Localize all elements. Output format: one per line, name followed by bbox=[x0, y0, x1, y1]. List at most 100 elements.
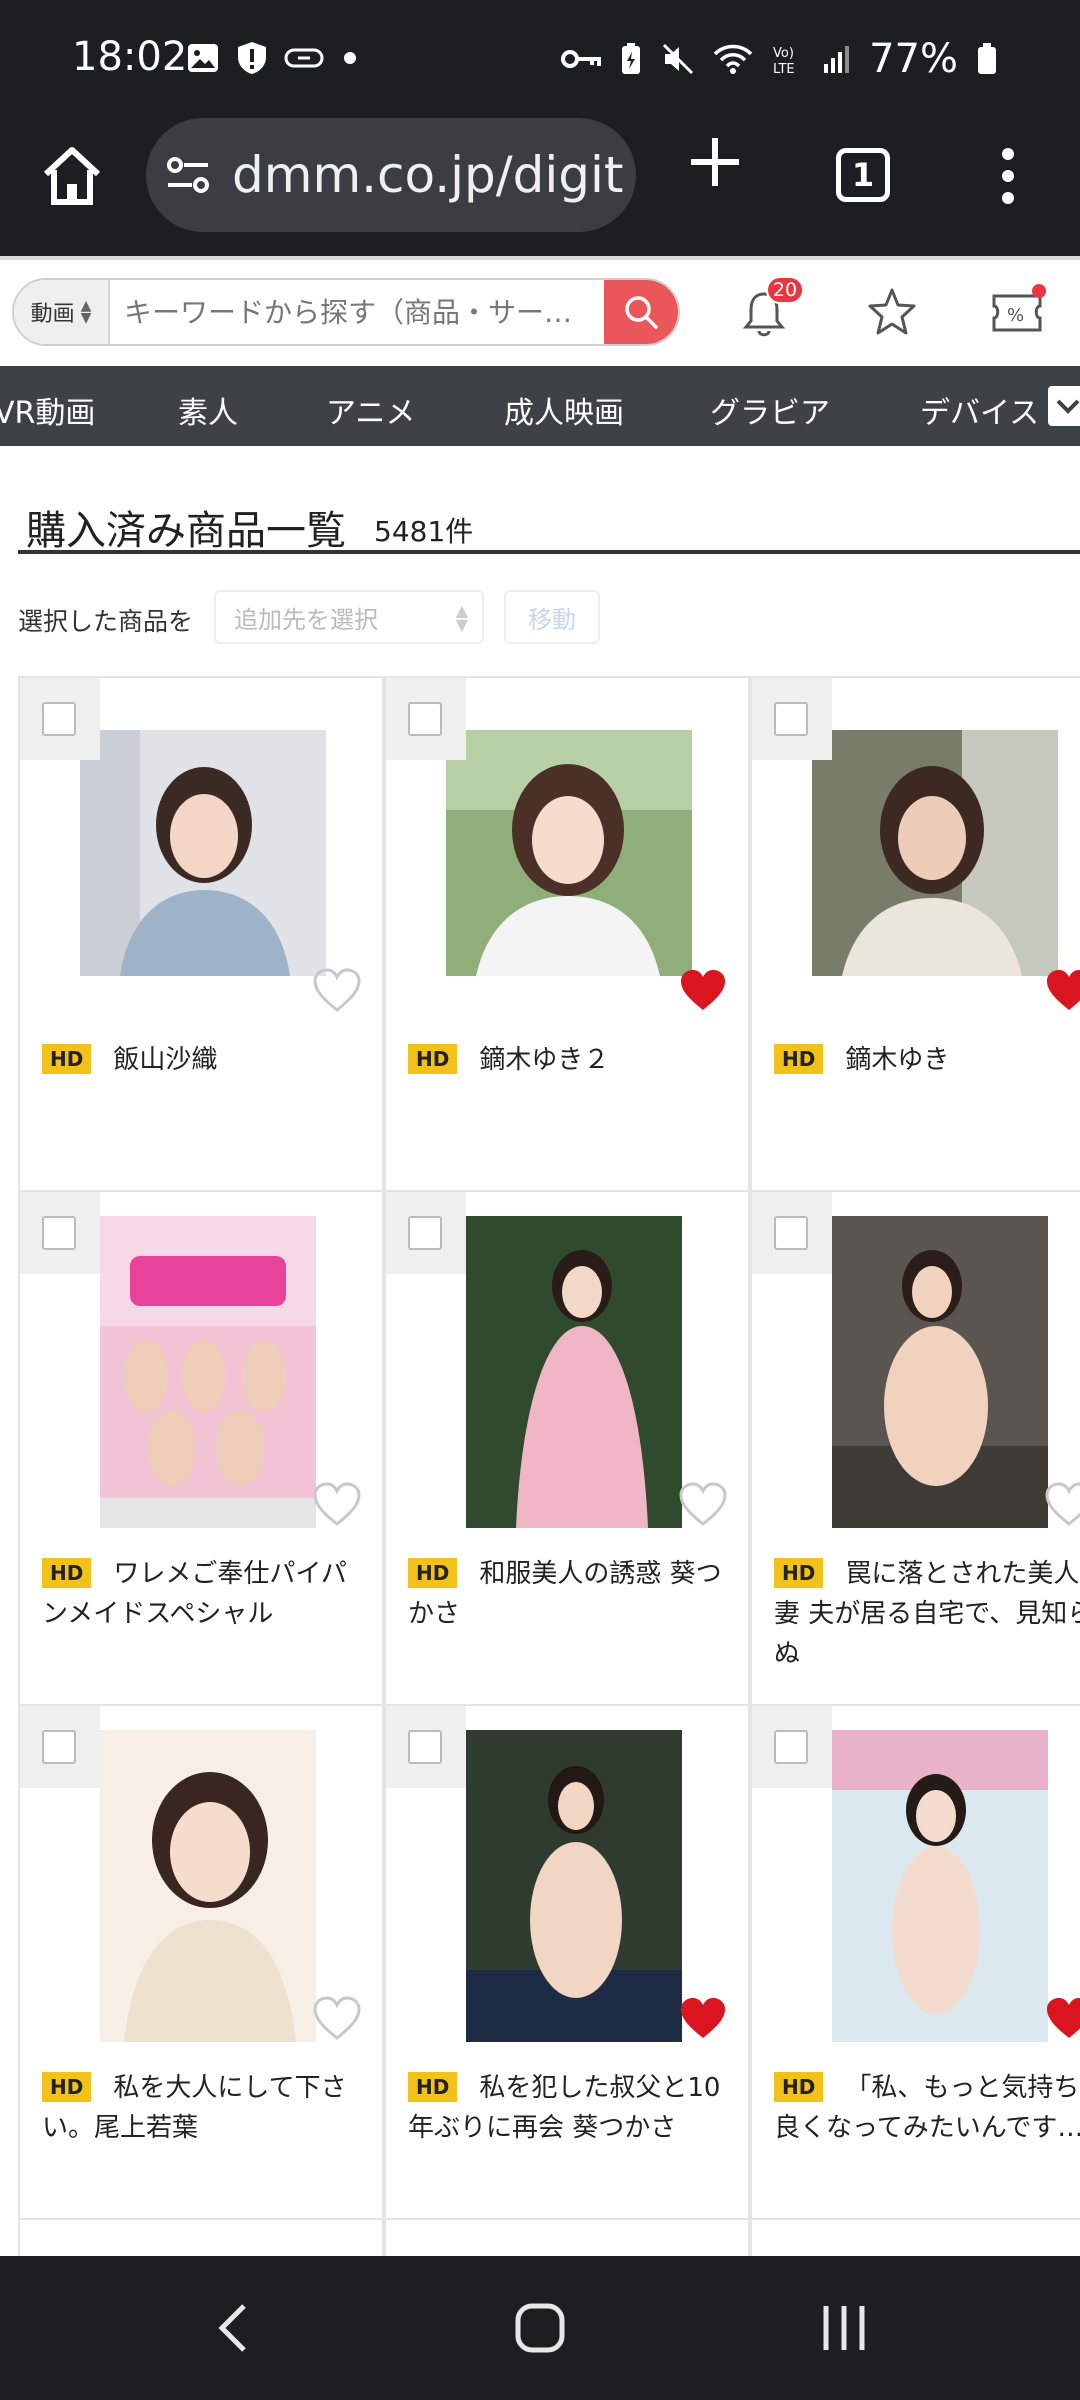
select-checkbox[interactable] bbox=[774, 1216, 808, 1250]
key-icon bbox=[561, 50, 602, 68]
back-icon[interactable] bbox=[196, 2296, 276, 2360]
product-title[interactable]: 鏑木ゆき bbox=[845, 1045, 949, 1075]
search-category-select[interactable]: 動画 ▲ ▼ bbox=[14, 280, 110, 344]
heart-icon[interactable] bbox=[312, 968, 362, 1014]
notification-badge: 20 bbox=[766, 276, 804, 304]
search-box: 動画 ▲ ▼ bbox=[12, 278, 680, 346]
status-bar: 18:02 Vo) LTE 77% bbox=[0, 0, 1080, 118]
volte-icon: Vo)LTE bbox=[773, 46, 795, 76]
product-card[interactable]: HD 鏑木ゆき２ bbox=[384, 676, 750, 1192]
product-card[interactable] bbox=[384, 2218, 750, 2258]
product-card[interactable] bbox=[18, 2218, 384, 2258]
browser-toolbar: dmm.co.jp/digit 1 bbox=[0, 118, 1080, 256]
address-bar[interactable]: dmm.co.jp/digit bbox=[146, 118, 636, 232]
heart-icon[interactable] bbox=[678, 968, 728, 1014]
recents-icon[interactable] bbox=[804, 2296, 884, 2360]
search-icon bbox=[625, 296, 658, 329]
heart-icon[interactable] bbox=[678, 1482, 728, 1528]
product-thumbnail[interactable] bbox=[832, 1730, 1048, 2042]
product-card[interactable]: HD 和服美人の誘惑 葵つかさ bbox=[384, 1190, 750, 1706]
select-checkbox-area bbox=[386, 1706, 466, 1788]
heart-icon[interactable] bbox=[1044, 968, 1080, 1014]
product-title[interactable]: 飯山沙織 bbox=[113, 1045, 217, 1075]
product-thumbnail[interactable] bbox=[466, 1730, 682, 2042]
product-thumbnail[interactable] bbox=[832, 1216, 1048, 1528]
heart-icon[interactable] bbox=[312, 1482, 362, 1528]
heart-icon[interactable] bbox=[678, 1996, 728, 2042]
product-card[interactable]: HD 鏑木ゆき bbox=[750, 676, 1080, 1192]
select-checkbox[interactable] bbox=[42, 1730, 76, 1764]
destination-select[interactable]: 追加先を選択 ▲ ▼ bbox=[214, 590, 484, 644]
svg-text:%: % bbox=[1007, 305, 1024, 326]
site-settings-icon[interactable] bbox=[166, 155, 210, 195]
page-title-row: 購入済み商品一覧 5481件 bbox=[18, 494, 1080, 554]
search-button[interactable] bbox=[604, 280, 678, 344]
category-vr[interactable]: VR動画 bbox=[0, 388, 95, 432]
signal-icon bbox=[824, 46, 850, 73]
select-checkbox[interactable] bbox=[42, 702, 76, 736]
shield-alert-icon bbox=[238, 42, 266, 74]
new-tab-icon[interactable] bbox=[685, 132, 745, 192]
battery-icon bbox=[978, 43, 996, 74]
product-thumbnail[interactable] bbox=[446, 730, 692, 976]
move-button[interactable]: 移動 bbox=[504, 590, 600, 644]
page-title: 購入済み商品一覧 bbox=[26, 508, 346, 554]
search-input[interactable] bbox=[110, 280, 604, 344]
category-gravure[interactable]: グラビア bbox=[710, 388, 830, 432]
select-checkbox-area bbox=[20, 1192, 100, 1274]
select-checkbox-area bbox=[752, 678, 832, 760]
select-checkbox[interactable] bbox=[408, 702, 442, 736]
product-card[interactable]: HD 私を犯した叔父と10年ぶりに再会 葵つかさ bbox=[384, 1704, 750, 2220]
dot-icon bbox=[344, 52, 356, 64]
product-thumbnail[interactable] bbox=[100, 1730, 316, 2042]
hd-badge: HD bbox=[408, 1044, 458, 1074]
item-count: 5481件 bbox=[374, 515, 474, 548]
product-card[interactable]: HD 「私、もっと気持ち良くなってみたいんです…」 bbox=[750, 1704, 1080, 2220]
cast-icon bbox=[284, 48, 324, 68]
select-checkbox[interactable] bbox=[408, 1730, 442, 1764]
select-checkbox-area bbox=[20, 678, 100, 760]
category-amateur[interactable]: 素人 bbox=[178, 388, 238, 432]
url-text: dmm.co.jp/digit bbox=[232, 146, 624, 204]
category-device[interactable]: デバイス bbox=[920, 388, 1039, 432]
product-thumbnail[interactable] bbox=[466, 1216, 682, 1528]
select-checkbox[interactable] bbox=[774, 1730, 808, 1764]
tab-switcher-button[interactable]: 1 bbox=[836, 148, 890, 202]
select-checkbox-area bbox=[386, 678, 466, 760]
notification-button[interactable]: 20 bbox=[740, 276, 804, 342]
hd-badge: HD bbox=[42, 1558, 92, 1588]
select-checkbox-area bbox=[752, 1706, 832, 1788]
svg-text:Vo): Vo) bbox=[773, 46, 794, 61]
heart-icon[interactable] bbox=[1044, 1482, 1080, 1528]
select-checkbox[interactable] bbox=[42, 1216, 76, 1250]
bulk-action-label: 選択した商品を bbox=[18, 607, 194, 636]
category-anime[interactable]: アニメ bbox=[326, 388, 415, 432]
select-checkbox[interactable] bbox=[774, 702, 808, 736]
battery-saver-icon bbox=[622, 43, 641, 74]
category-adult-film[interactable]: 成人映画 bbox=[504, 388, 624, 432]
home-icon[interactable] bbox=[36, 140, 108, 212]
product-card[interactable]: HD 罠に落とされた美人妻 夫が居る自宅で、見知らぬ bbox=[750, 1190, 1080, 1706]
product-title[interactable]: 鏑木ゆき２ bbox=[479, 1045, 609, 1075]
favorites-star-icon[interactable] bbox=[866, 286, 918, 338]
hd-badge: HD bbox=[774, 1558, 824, 1588]
search-category-label: 動画 bbox=[30, 302, 75, 327]
home-nav-icon[interactable] bbox=[500, 2296, 580, 2360]
product-card[interactable] bbox=[750, 2218, 1080, 2258]
product-thumbnail[interactable] bbox=[80, 730, 326, 976]
heart-icon[interactable] bbox=[312, 1996, 362, 2042]
mute-icon bbox=[663, 43, 694, 75]
updown-arrow-icon: ▲ ▼ bbox=[80, 298, 92, 326]
product-card[interactable]: HD ワレメご奉仕パイパンメイドスペシャル bbox=[18, 1190, 384, 1706]
select-checkbox[interactable] bbox=[408, 1216, 442, 1250]
system-nav-bar bbox=[0, 2256, 1080, 2400]
product-thumbnail[interactable] bbox=[812, 730, 1058, 976]
product-card[interactable]: HD 私を大人にして下さい。尾上若葉 bbox=[18, 1704, 384, 2220]
product-thumbnail[interactable] bbox=[100, 1216, 316, 1528]
heart-icon[interactable] bbox=[1044, 1996, 1080, 2042]
svg-text:LTE: LTE bbox=[773, 62, 795, 76]
updown-arrow-icon: ▲ ▼ bbox=[455, 601, 468, 634]
more-menu-icon[interactable] bbox=[998, 146, 1018, 206]
product-card[interactable]: HD 飯山沙織 bbox=[18, 676, 384, 1192]
category-expand-button[interactable] bbox=[1048, 386, 1080, 426]
